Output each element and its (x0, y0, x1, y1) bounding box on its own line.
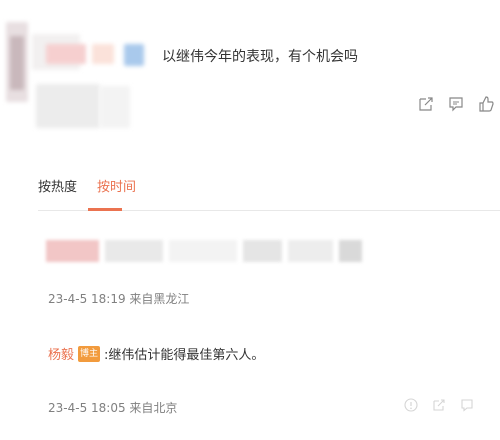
reply-meta: 23-4-5 18:05 来自北京 (48, 401, 178, 415)
active-tab-indicator (88, 208, 122, 211)
blurred-meta (100, 86, 130, 128)
blurred-comment (46, 240, 362, 268)
comment-icon[interactable] (448, 96, 464, 112)
blurred-comment-username[interactable] (46, 240, 99, 262)
post-text: 以继伟今年的表现，有个机会吗 (162, 49, 358, 65)
reply-username[interactable]: 杨毅 (48, 344, 74, 363)
post-avatar[interactable] (6, 22, 28, 102)
blurred-username-part (92, 44, 114, 64)
post-actions (418, 96, 494, 112)
blurred-comment-text (168, 240, 237, 262)
author-badge: 博主 (78, 345, 101, 362)
blurred-comment-text (243, 240, 282, 262)
blurred-verified-badge (124, 44, 144, 66)
blurred-comment-text (287, 240, 333, 262)
share-icon[interactable] (418, 96, 434, 112)
comment-sort-tabs: 按热度 按时间 (38, 176, 136, 195)
like-icon[interactable] (478, 96, 494, 112)
comment-meta: 23-4-5 18:19 来自黑龙江 (48, 292, 190, 306)
comment-icon[interactable] (460, 398, 474, 412)
blurred-comment-text (104, 240, 163, 262)
reply-text: :继伟估计能得最佳第六人。 (104, 348, 265, 363)
report-icon[interactable] (404, 398, 418, 412)
tab-by-time[interactable]: 按时间 (97, 176, 136, 195)
share-icon[interactable] (432, 398, 446, 412)
blurred-username-part (46, 44, 86, 64)
tab-by-popularity[interactable]: 按热度 (38, 176, 77, 195)
reply: 杨毅 博主 :继伟估计能得最佳第六人。 (48, 344, 264, 363)
blurred-meta (36, 84, 100, 128)
reply-actions (404, 398, 474, 412)
blurred-comment-text (338, 240, 362, 262)
